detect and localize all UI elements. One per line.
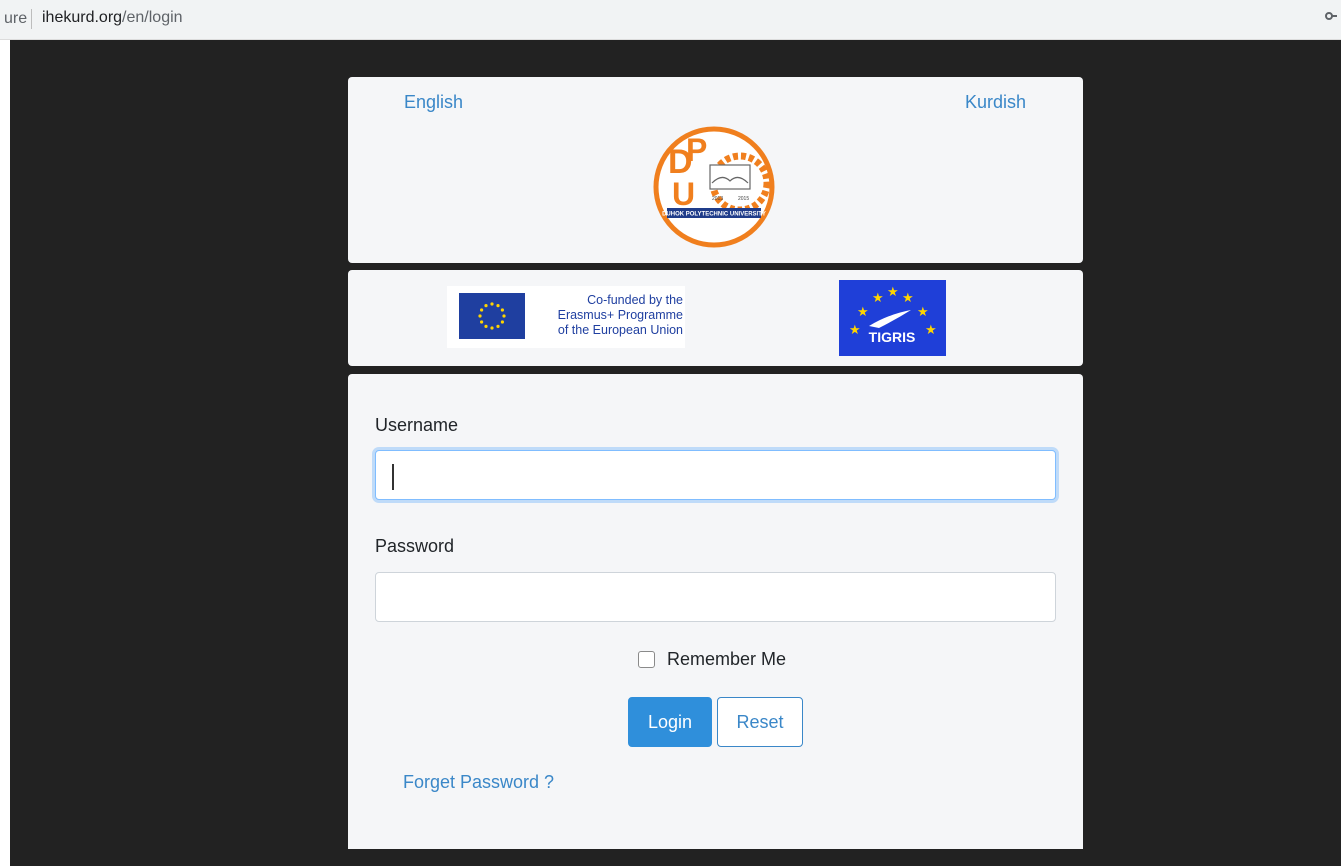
window-edge <box>0 40 10 866</box>
erasmus-logo: Co-funded by the Erasmus+ Programme of t… <box>447 286 685 348</box>
logo-year-end: 2015 <box>738 196 749 202</box>
svg-text:★: ★ <box>872 291 884 306</box>
remember-me-checkbox[interactable] <box>638 651 655 668</box>
security-indicator[interactable]: ure <box>4 10 27 28</box>
login-form-panel: Username Password Remember Me Login Rese… <box>348 374 1083 849</box>
svg-text:★: ★ <box>857 305 869 320</box>
tigris-logo: ★ ★ ★ ★ ★ ★ ★ TIGRIS <box>839 280 946 356</box>
username-input[interactable] <box>375 450 1056 500</box>
erasmus-text: Co-funded by the Erasmus+ Programme of t… <box>557 293 683 337</box>
url-host: ihekurd.org <box>42 9 123 26</box>
svg-text:★: ★ <box>925 323 937 338</box>
svg-text:U: U <box>672 176 695 212</box>
svg-text:P: P <box>686 132 707 168</box>
language-kurdish-link[interactable]: Kurdish <box>965 92 1026 113</box>
eu-flag-icon <box>459 293 525 339</box>
key-icon[interactable] <box>1325 8 1337 26</box>
browser-address-bar[interactable]: ure ihekurd.org/en/login <box>0 0 1341 40</box>
reset-button[interactable]: Reset <box>717 697 803 747</box>
svg-text:★: ★ <box>849 323 861 338</box>
svg-text:★: ★ <box>902 291 914 306</box>
address-bar-divider <box>31 9 32 29</box>
logo-year-start: 2013 <box>712 196 723 202</box>
url-path: /en/login <box>122 9 183 26</box>
svg-text:★: ★ <box>917 305 929 320</box>
url-text[interactable]: ihekurd.org/en/login <box>42 9 183 27</box>
dpu-logo: D P U 2013 2015 DUHOK POLYTECHNIC UNIVER… <box>653 126 775 248</box>
password-input[interactable] <box>375 572 1056 622</box>
sponsors-panel: Co-funded by the Erasmus+ Programme of t… <box>348 270 1083 366</box>
language-english-link[interactable]: English <box>404 92 463 113</box>
password-label: Password <box>375 536 455 556</box>
forget-password-link[interactable]: Forget Password ? <box>403 772 554 793</box>
logo-university-name: DUHOK POLYTECHNIC UNIVERSITY <box>662 212 766 218</box>
tigris-text: TIGRIS <box>869 329 916 345</box>
svg-text:★: ★ <box>887 285 899 300</box>
header-panel: English Kurdish D P U 2013 2015 DUHOK PO… <box>348 77 1083 263</box>
remember-me-row[interactable]: Remember Me <box>638 649 786 670</box>
remember-me-label: Remember Me <box>667 649 787 669</box>
text-cursor <box>392 464 394 490</box>
username-label: Username <box>375 415 459 435</box>
login-button[interactable]: Login <box>628 697 712 747</box>
